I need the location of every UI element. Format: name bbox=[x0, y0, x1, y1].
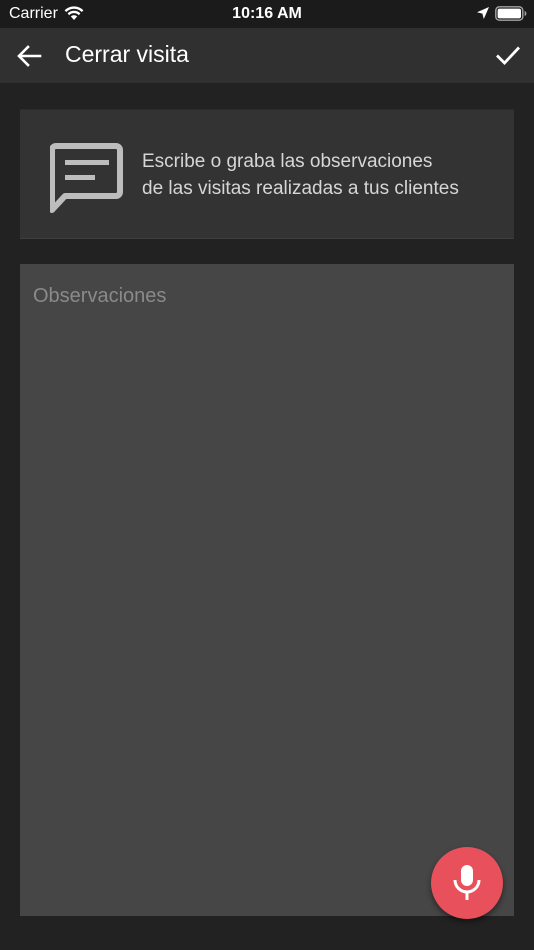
info-card: Escribe o graba las observaciones de las… bbox=[20, 109, 514, 239]
app-bar: Cerrar visita bbox=[0, 28, 534, 83]
observations-textarea[interactable] bbox=[20, 264, 514, 916]
info-line-2: de las visitas realizadas a tus clientes bbox=[142, 178, 459, 199]
screen: Carrier 10:16 AM Cerrar visita Escribe o… bbox=[0, 0, 534, 950]
record-voice-button[interactable] bbox=[431, 847, 503, 919]
arrow-left-icon[interactable] bbox=[16, 43, 42, 69]
info-line-1: Escribe o graba las observaciones bbox=[142, 151, 433, 172]
location-arrow-icon bbox=[477, 7, 489, 19]
status-bar: Carrier 10:16 AM bbox=[0, 0, 534, 28]
info-description: Escribe o graba las observaciones de las… bbox=[142, 148, 488, 202]
checkmark-icon[interactable] bbox=[494, 41, 522, 69]
chat-bubble-icon bbox=[50, 143, 123, 213]
page-title: Cerrar visita bbox=[65, 41, 189, 67]
clock: 10:16 AM bbox=[232, 5, 302, 22]
microphone-icon bbox=[453, 865, 481, 900]
battery-icon bbox=[495, 6, 527, 21]
